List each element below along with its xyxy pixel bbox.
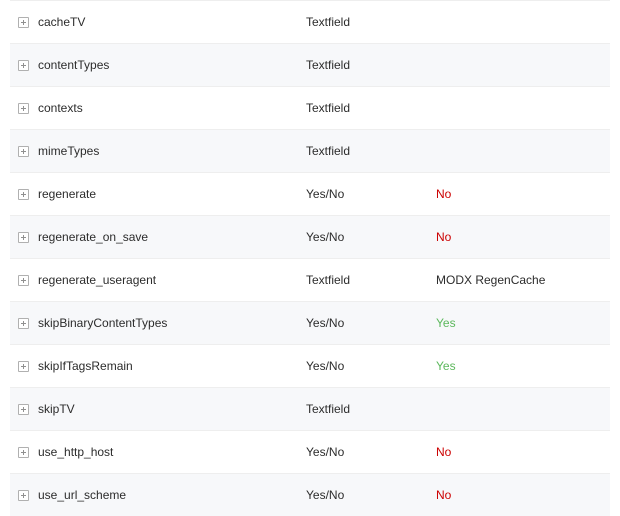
- setting-name: skipBinaryContentTypes: [36, 316, 306, 330]
- expand-icon[interactable]: [18, 60, 29, 71]
- settings-table: cacheTV Textfield contentTypes Textfield…: [10, 0, 610, 516]
- setting-type: Yes/No: [306, 359, 436, 373]
- setting-type: Textfield: [306, 273, 436, 287]
- expand-icon[interactable]: [18, 318, 29, 329]
- setting-value: Yes: [436, 316, 610, 330]
- expand-icon[interactable]: [18, 490, 29, 501]
- table-row[interactable]: use_url_scheme Yes/No No: [10, 473, 610, 516]
- setting-type: Yes/No: [306, 316, 436, 330]
- setting-type: Yes/No: [306, 230, 436, 244]
- expand-icon[interactable]: [18, 146, 29, 157]
- setting-name: contexts: [36, 101, 306, 115]
- setting-value: MODX RegenCache: [436, 273, 610, 287]
- expand-icon[interactable]: [18, 275, 29, 286]
- setting-value: No: [436, 445, 610, 459]
- setting-name: skipTV: [36, 402, 306, 416]
- table-row[interactable]: contexts Textfield: [10, 86, 610, 129]
- table-row[interactable]: skipIfTagsRemain Yes/No Yes: [10, 344, 610, 387]
- setting-name: cacheTV: [36, 15, 306, 29]
- setting-value: Yes: [436, 359, 610, 373]
- setting-name: contentTypes: [36, 58, 306, 72]
- setting-type: Yes/No: [306, 187, 436, 201]
- setting-type: Textfield: [306, 402, 436, 416]
- table-row[interactable]: regenerate_useragent Textfield MODX Rege…: [10, 258, 610, 301]
- setting-name: regenerate_on_save: [36, 230, 306, 244]
- table-row[interactable]: skipBinaryContentTypes Yes/No Yes: [10, 301, 610, 344]
- expand-icon[interactable]: [18, 404, 29, 415]
- table-row[interactable]: regenerate Yes/No No: [10, 172, 610, 215]
- expand-icon[interactable]: [18, 447, 29, 458]
- setting-value: No: [436, 187, 610, 201]
- table-row[interactable]: cacheTV Textfield: [10, 0, 610, 43]
- setting-type: Yes/No: [306, 488, 436, 502]
- expand-icon[interactable]: [18, 189, 29, 200]
- expand-icon[interactable]: [18, 103, 29, 114]
- expand-icon[interactable]: [18, 361, 29, 372]
- table-row[interactable]: contentTypes Textfield: [10, 43, 610, 86]
- setting-name: regenerate_useragent: [36, 273, 306, 287]
- setting-name: use_http_host: [36, 445, 306, 459]
- setting-name: skipIfTagsRemain: [36, 359, 306, 373]
- setting-type: Yes/No: [306, 445, 436, 459]
- setting-type: Textfield: [306, 58, 436, 72]
- table-row[interactable]: regenerate_on_save Yes/No No: [10, 215, 610, 258]
- expand-icon[interactable]: [18, 232, 29, 243]
- setting-value: No: [436, 488, 610, 502]
- setting-value: No: [436, 230, 610, 244]
- setting-type: Textfield: [306, 101, 436, 115]
- table-row[interactable]: mimeTypes Textfield: [10, 129, 610, 172]
- expand-icon[interactable]: [18, 17, 29, 28]
- setting-type: Textfield: [306, 144, 436, 158]
- setting-type: Textfield: [306, 15, 436, 29]
- setting-name: mimeTypes: [36, 144, 306, 158]
- setting-name: regenerate: [36, 187, 306, 201]
- setting-name: use_url_scheme: [36, 488, 306, 502]
- table-row[interactable]: skipTV Textfield: [10, 387, 610, 430]
- table-row[interactable]: use_http_host Yes/No No: [10, 430, 610, 473]
